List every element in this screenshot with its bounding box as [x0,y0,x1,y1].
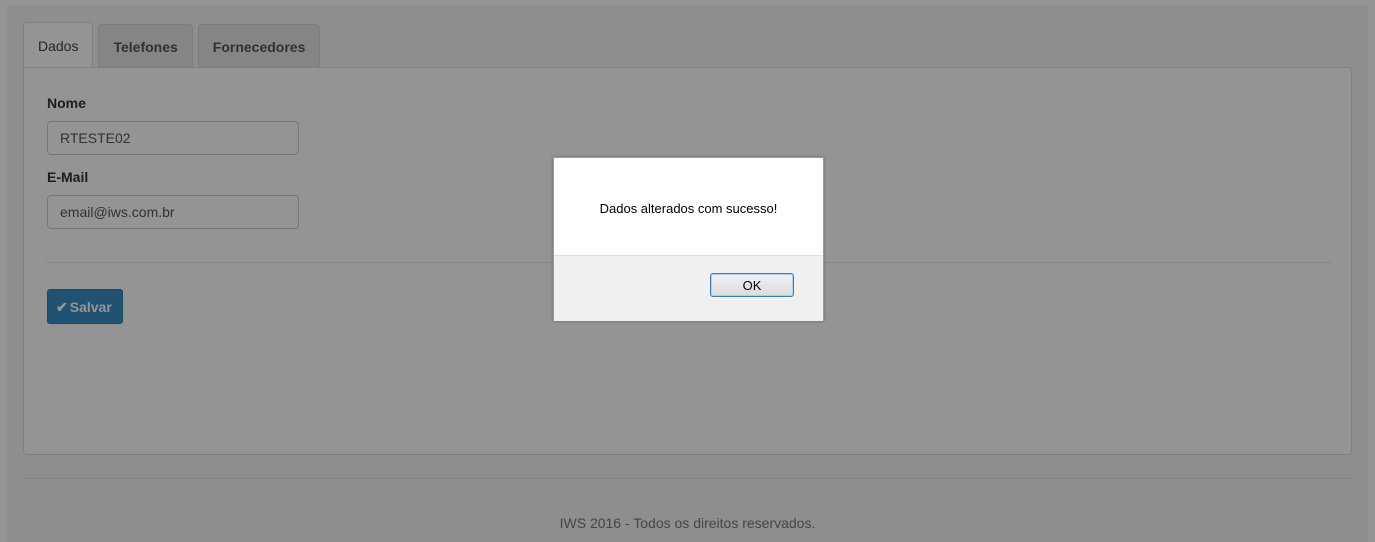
dialog-footer: OK [554,255,823,321]
dialog-message: Dados alterados com sucesso! [599,201,778,216]
ok-button[interactable]: OK [710,273,794,297]
alert-dialog: Dados alterados com sucesso! OK [553,157,824,321]
